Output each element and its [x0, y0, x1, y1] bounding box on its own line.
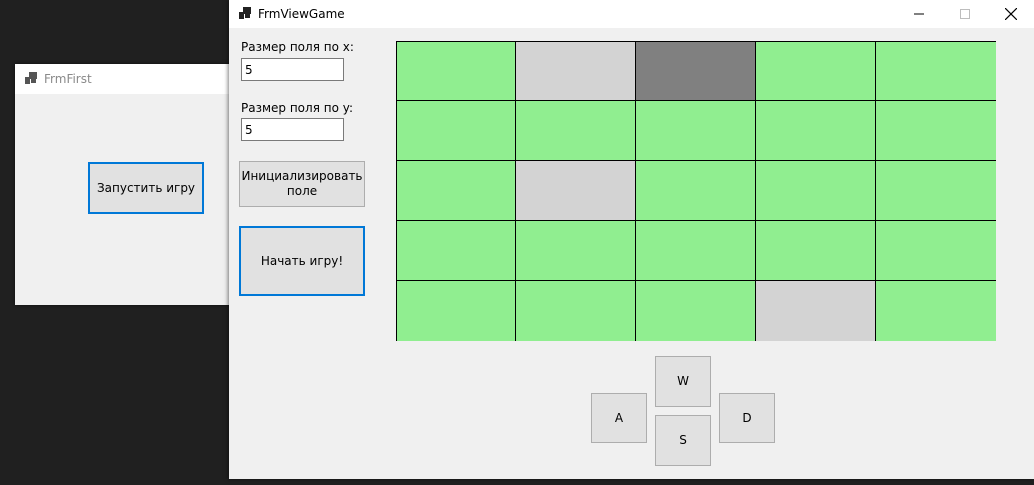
grid-cell[interactable] [516, 101, 636, 161]
begin-game-button[interactable]: Начать игру! [239, 226, 365, 296]
grid-cell[interactable] [756, 221, 876, 281]
size-x-label: Размер поля по x: [241, 40, 354, 54]
start-game-button[interactable]: Запустить игру [88, 162, 204, 214]
minimize-button[interactable] [896, 0, 942, 28]
app-windows-icon [25, 72, 37, 87]
grid-cell[interactable] [636, 161, 756, 221]
grid-cell[interactable] [396, 221, 516, 281]
grid-cell[interactable] [516, 41, 636, 101]
init-field-button[interactable]: Инициализировать поле [239, 161, 365, 207]
grid-cell[interactable] [756, 281, 876, 341]
grid-cell[interactable] [396, 101, 516, 161]
frm-view-game-window: FrmViewGame Размер поля по x: Размер пол… [229, 0, 1034, 479]
maximize-icon [960, 9, 970, 19]
grid-cell[interactable] [756, 161, 876, 221]
grid-cell[interactable] [396, 161, 516, 221]
grid-cell[interactable] [636, 281, 756, 341]
move-down-button[interactable]: S [655, 415, 711, 466]
minimize-icon [914, 13, 924, 15]
size-y-label: Размер поля по y: [241, 101, 354, 115]
grid-cell[interactable] [876, 161, 996, 221]
move-up-button[interactable]: W [655, 356, 711, 407]
grid-cell[interactable] [756, 101, 876, 161]
size-x-input[interactable] [241, 58, 344, 81]
grid-cell[interactable] [876, 41, 996, 101]
grid-cell[interactable] [876, 221, 996, 281]
close-button[interactable] [988, 0, 1034, 28]
grid-cell[interactable] [396, 41, 516, 101]
grid-cell[interactable] [636, 41, 756, 101]
grid-cell[interactable] [516, 161, 636, 221]
maximize-button[interactable] [942, 0, 988, 28]
grid-cell[interactable] [636, 221, 756, 281]
grid-cell[interactable] [516, 221, 636, 281]
grid-cell[interactable] [516, 281, 636, 341]
frm-view-game-title: FrmViewGame [258, 7, 345, 21]
app-windows-icon [239, 7, 251, 22]
frm-first-titlebar[interactable]: FrmFirst [15, 64, 240, 94]
close-icon [1005, 8, 1017, 20]
grid-cell[interactable] [756, 41, 876, 101]
grid-cell[interactable] [876, 101, 996, 161]
grid-cell[interactable] [396, 281, 516, 341]
grid-cell[interactable] [636, 101, 756, 161]
game-grid [396, 41, 996, 341]
move-right-button[interactable]: D [719, 393, 775, 443]
frm-first-window: FrmFirst Запустить игру [15, 64, 240, 305]
size-y-input[interactable] [241, 118, 344, 141]
frm-view-game-titlebar[interactable]: FrmViewGame [229, 0, 1034, 28]
grid-cell[interactable] [876, 281, 996, 341]
move-left-button[interactable]: A [591, 393, 647, 443]
frm-first-title: FrmFirst [44, 72, 92, 86]
